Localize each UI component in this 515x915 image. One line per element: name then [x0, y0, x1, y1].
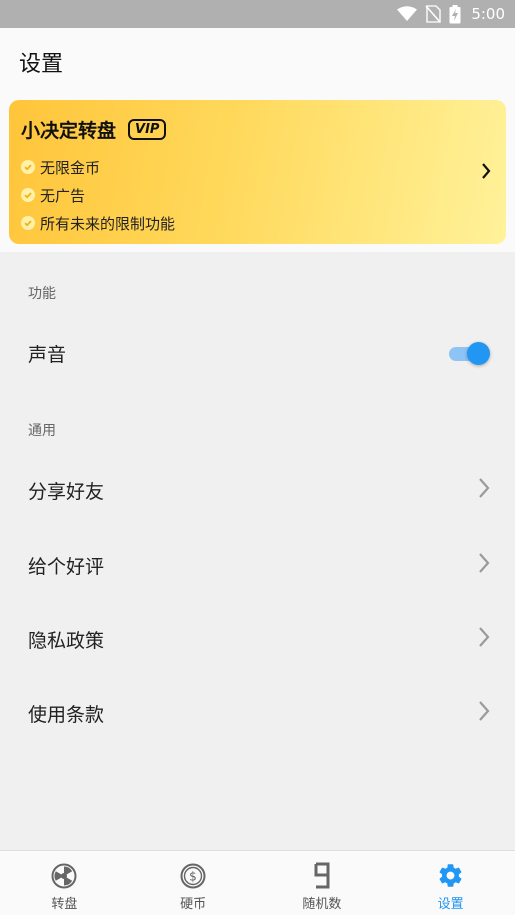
chevron-right-icon	[480, 162, 492, 184]
tab-settings[interactable]: 设置	[386, 851, 515, 915]
status-time: 5:00	[471, 5, 505, 23]
vip-feature-item: 无限金币	[21, 153, 175, 181]
check-icon	[21, 188, 35, 202]
battery-charging-icon	[449, 4, 461, 24]
bottom-tab-bar: 转盘 $ 硬币 随机数 设置	[0, 850, 515, 915]
vip-title-row: 小决定转盘 VIP	[21, 116, 167, 143]
vip-area: 小决定转盘 VIP 无限金币 无广告 所有未来的限制功能	[0, 94, 515, 252]
svg-text:$: $	[189, 869, 197, 883]
vip-feature-label: 所有未来的限制功能	[40, 214, 176, 233]
toggle-thumb	[467, 342, 490, 365]
tab-label: 随机数	[302, 897, 342, 912]
section-label-general: 通用	[28, 423, 56, 439]
share-friends-row[interactable]: 分享好友	[0, 455, 515, 525]
coin-icon: $	[180, 862, 206, 889]
vip-feature-item: 所有未来的限制功能	[21, 209, 175, 237]
wheel-icon	[51, 862, 77, 889]
no-sim-icon	[425, 5, 442, 23]
tab-random-number[interactable]: 随机数	[258, 851, 387, 915]
chevron-right-icon	[477, 699, 491, 727]
check-icon	[21, 160, 35, 174]
sound-toggle[interactable]	[447, 341, 491, 365]
gear-icon	[437, 862, 464, 889]
sound-row: 声音	[0, 318, 515, 388]
vip-feature-list: 无限金币 无广告 所有未来的限制功能	[21, 153, 175, 237]
privacy-policy-label: 隐私政策	[28, 629, 105, 652]
page-title: 设置	[19, 52, 64, 77]
chevron-right-icon	[477, 476, 491, 504]
terms-of-use-row[interactable]: 使用条款	[0, 678, 515, 748]
vip-title: 小决定转盘	[21, 120, 117, 142]
vip-feature-item: 无广告	[21, 181, 175, 209]
privacy-policy-row[interactable]: 隐私政策	[0, 604, 515, 674]
vip-feature-label: 无限金币	[40, 158, 101, 177]
status-bar: 5:00	[0, 0, 515, 28]
wifi-icon	[397, 6, 418, 22]
tab-coin[interactable]: $ 硬币	[129, 851, 258, 915]
vip-feature-label: 无广告	[40, 186, 86, 205]
chevron-right-icon	[477, 625, 491, 653]
terms-of-use-label: 使用条款	[28, 703, 105, 726]
tab-wheel[interactable]: 转盘	[0, 851, 129, 915]
digit-nine-icon	[313, 862, 331, 889]
chevron-right-icon	[477, 551, 491, 579]
tab-label: 转盘	[51, 897, 78, 912]
share-friends-label: 分享好友	[28, 480, 105, 503]
rate-app-row[interactable]: 给个好评	[0, 530, 515, 600]
vip-card[interactable]: 小决定转盘 VIP 无限金币 无广告 所有未来的限制功能	[9, 100, 506, 244]
tab-label: 硬币	[180, 897, 207, 912]
sound-label: 声音	[28, 343, 67, 366]
section-label-features: 功能	[28, 286, 56, 302]
app-header: 设置	[0, 28, 515, 94]
check-icon	[21, 216, 35, 230]
vip-badge: VIP	[128, 119, 167, 140]
rate-app-label: 给个好评	[28, 555, 105, 578]
tab-label: 设置	[437, 897, 464, 912]
